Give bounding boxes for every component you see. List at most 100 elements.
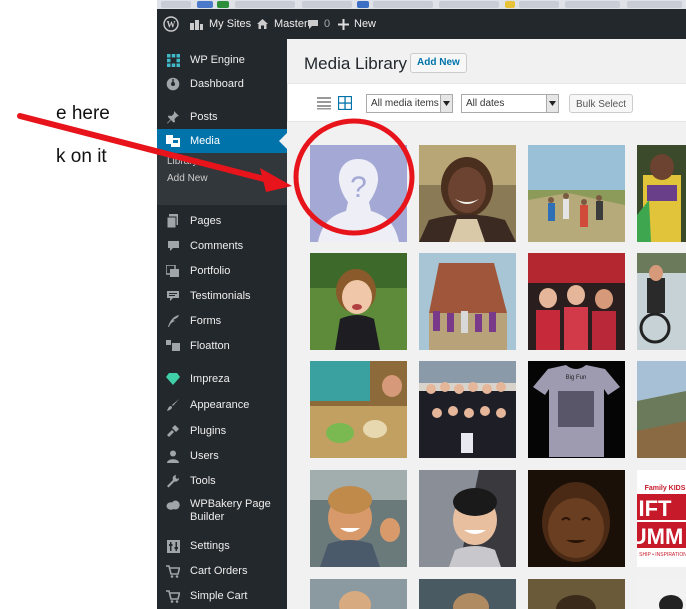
sidebar-item-cart-orders[interactable]: Cart Orders (157, 559, 287, 583)
media-thumbnail-child[interactable] (310, 253, 407, 350)
brush-icon (166, 398, 180, 412)
media-thumbnail-row5-a[interactable] (310, 579, 407, 609)
sidebar-item-simple-cart[interactable]: Simple Cart (157, 584, 287, 608)
media-thumbnail-row5-d[interactable] (637, 579, 686, 609)
sidebar-item-settings[interactable]: Settings (157, 534, 287, 558)
submenu-add-new[interactable]: Add New (167, 173, 208, 184)
sidebar-item-media[interactable]: Media (157, 129, 287, 153)
admin-sidebar: WP Engine Dashboard Posts Media Library … (157, 39, 287, 609)
sidebar-item-tools[interactable]: Tools (157, 469, 287, 493)
sidebar-item-label: Posts (190, 111, 218, 123)
media-thumbnail-row5-b[interactable] (419, 579, 516, 609)
annotation-line-2: k on it (56, 146, 107, 167)
sidebar-item-posts[interactable]: Posts (157, 105, 287, 129)
submenu-library[interactable]: Library (167, 156, 198, 167)
wordpress-logo-icon[interactable]: W (163, 9, 179, 39)
plug-icon (166, 424, 180, 438)
svg-text:Family KIDS: Family KIDS (645, 485, 686, 492)
user-icon (166, 449, 180, 463)
site-name-menu[interactable]: Master (256, 9, 308, 39)
diamond-icon (166, 372, 180, 386)
my-sites-menu[interactable]: My Sites (189, 9, 251, 39)
wrench-icon (166, 474, 180, 488)
date-filter-value: All dates (466, 98, 505, 109)
sidebar-item-label: Users (190, 450, 219, 462)
my-sites-label: My Sites (209, 18, 252, 30)
floatton-icon (166, 339, 180, 353)
annotation-line-1: e here (56, 103, 110, 124)
sidebar-item-comments[interactable]: Comments (157, 234, 287, 258)
comments-icon (166, 239, 180, 253)
cart-icon (166, 589, 180, 603)
sidebar-item-label: Settings (190, 540, 230, 552)
settings-icon (166, 539, 180, 553)
sidebar-item-floatton[interactable]: Floatton (157, 334, 287, 358)
sidebar-item-label: Impreza (190, 373, 230, 385)
date-filter[interactable]: All dates (461, 94, 559, 113)
sidebar-item-portfolio[interactable]: Portfolio (157, 259, 287, 283)
media-thumbnail-hikers[interactable] (528, 145, 625, 242)
sidebar-item-users[interactable]: Users (157, 444, 287, 468)
sidebar-item-plugins[interactable]: Plugins (157, 419, 287, 443)
media-type-filter-value: All media items (371, 98, 439, 109)
media-thumbnail-costume[interactable] (637, 145, 686, 242)
forms-icon (166, 314, 180, 328)
home-icon (257, 19, 268, 29)
media-thumbnail-staff-group[interactable] (419, 361, 516, 458)
pages-icon (166, 214, 180, 228)
sidebar-item-impreza[interactable]: Impreza (157, 367, 287, 391)
media-thumbnail-portrait-woman[interactable] (419, 145, 516, 242)
sidebar-item-label: Dashboard (190, 78, 244, 90)
media-thumbnail-row5-c[interactable] (528, 579, 625, 609)
sidebar-item-label: Portfolio (190, 265, 231, 277)
media-thumbnail-gift-logo[interactable]: Family KIDS IFT UMM SHIP • INSPIRATION (637, 470, 686, 567)
list-view-icon[interactable] (317, 96, 331, 110)
media-thumbnail-group-building[interactable] (419, 253, 516, 350)
media-thumbnail-team-red[interactable] (528, 253, 625, 350)
svg-text:Big Fun: Big Fun (566, 375, 587, 381)
sidebar-item-testimonials[interactable]: Testimonials (157, 284, 287, 308)
comment-bubble-icon (308, 19, 318, 29)
comments-menu[interactable]: 0 (307, 9, 330, 39)
grid-view-icon[interactable] (338, 96, 352, 110)
sidebar-item-label: Testimonials (190, 290, 251, 302)
media-thumbnail-placeholder[interactable]: ? (310, 145, 407, 242)
sidebar-item-pages[interactable]: Pages (157, 209, 287, 233)
media-thumbnail-tshirt[interactable]: Big Fun (528, 361, 625, 458)
active-menu-pointer (279, 133, 287, 149)
sidebar-item-dashboard[interactable]: Dashboard (157, 72, 287, 96)
site-name-label: Master (274, 18, 308, 30)
bulk-select-button[interactable]: Bulk Select (569, 94, 634, 113)
new-content-menu[interactable]: New (338, 9, 376, 39)
sidebar-item-label: Pages (190, 215, 222, 227)
media-thumbnail-bike[interactable] (637, 253, 686, 350)
media-type-filter[interactable]: All media items (366, 94, 453, 113)
sidebar-item-forms[interactable]: Forms (157, 309, 287, 333)
sidebar-item-label: Tools (190, 475, 216, 487)
svg-text:IFT: IFT (639, 496, 673, 521)
media-thumbnail-boy-smiling[interactable] (310, 470, 407, 567)
media-thumbnail-table-kids[interactable] (310, 361, 407, 458)
chevron-down-icon (546, 95, 558, 112)
media-submenu: Library Add New (157, 153, 287, 205)
testimonials-icon (166, 289, 180, 303)
sidebar-item-wpbakery[interactable]: WPBakery Page Builder (157, 494, 287, 530)
media-thumbnail-boy-car[interactable] (419, 470, 516, 567)
svg-text:W: W (167, 20, 176, 30)
person-silhouette-icon: ? (310, 145, 407, 242)
sidebar-item-wp-engine[interactable]: WP Engine (157, 48, 287, 72)
media-thumbnail-child-face[interactable] (528, 470, 625, 567)
wpbakery-label-line2: Builder (190, 511, 225, 523)
sidebar-item-label: Simple Cart (190, 590, 248, 602)
sidebar-item-label: Floatton (190, 340, 230, 352)
sidebar-item-label: Forms (190, 315, 222, 327)
sidebar-item-appearance[interactable]: Appearance (157, 393, 287, 417)
new-label: New (354, 18, 377, 30)
wordpress-screenshot: W My Sites Master 0 New WP Engine Dashbo… (157, 0, 686, 609)
pin-icon (166, 110, 180, 124)
chevron-down-icon (440, 95, 452, 112)
page-title: Media Library (304, 54, 407, 73)
sidebar-item-label: Plugins (190, 425, 227, 437)
media-thumbnail-landscape[interactable] (637, 361, 686, 458)
add-new-button[interactable]: Add New (410, 53, 467, 73)
